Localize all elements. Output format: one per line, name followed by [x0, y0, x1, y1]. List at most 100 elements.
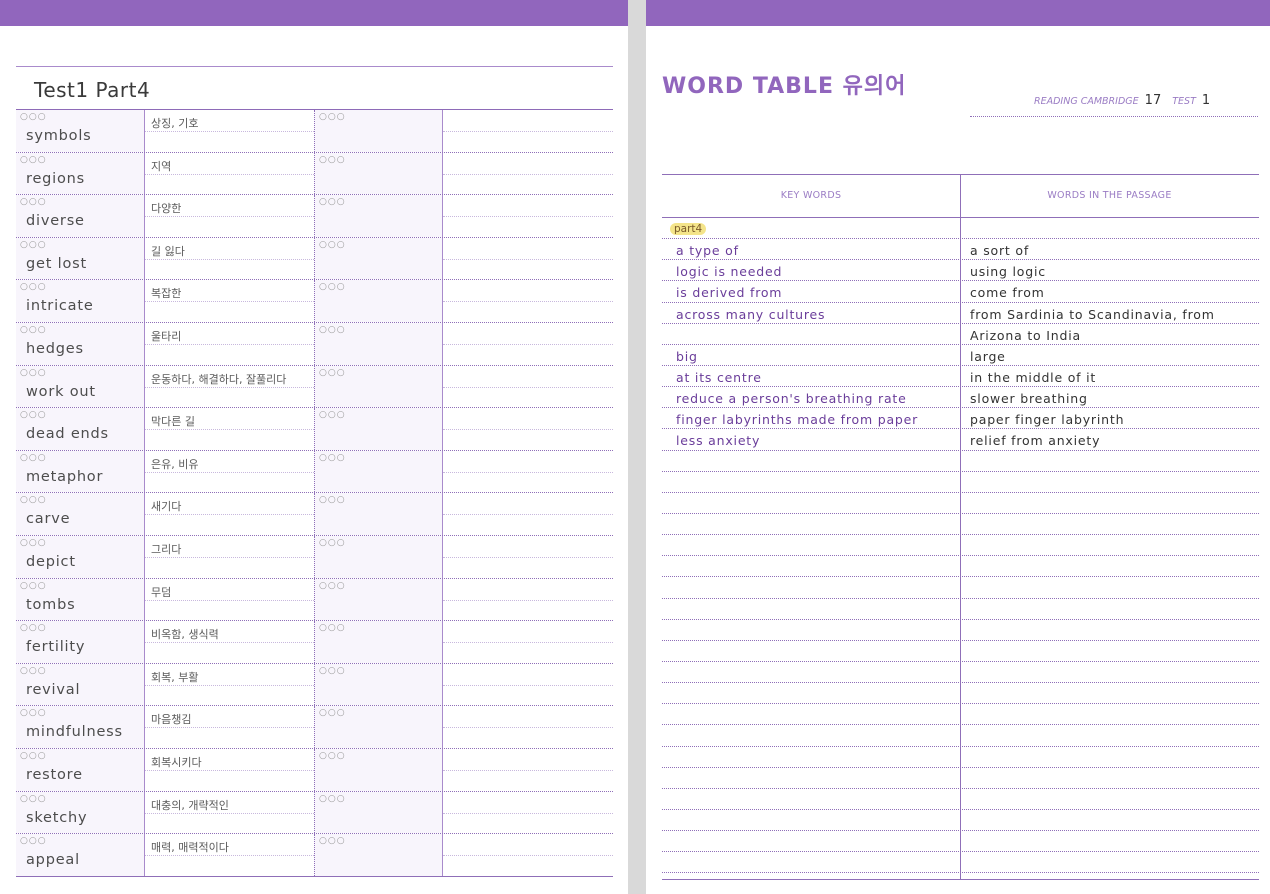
blank-word-cell[interactable]: ○○○	[314, 493, 442, 535]
guide-line	[145, 684, 314, 686]
guide-line	[443, 258, 613, 260]
blank-meaning-cell[interactable]	[442, 748, 613, 791]
review-circles[interactable]: ○○○	[20, 198, 47, 207]
guide-line	[145, 769, 314, 771]
blank-word-cell[interactable]: ○○○	[314, 621, 442, 663]
word-cell: ○○○ symbols	[16, 110, 144, 152]
blank-word-cell[interactable]: ○○○	[314, 450, 442, 493]
review-circles[interactable]: ○○○	[319, 581, 346, 591]
blank-word-cell[interactable]: ○○○	[314, 748, 442, 791]
review-circles[interactable]: ○○○	[319, 538, 346, 548]
review-circles[interactable]: ○○○	[20, 283, 47, 292]
blank-word-cell[interactable]: ○○○	[314, 834, 442, 876]
meaning-cell: 회복, 부활	[144, 663, 314, 706]
word-cell: ○○○ appeal	[16, 834, 144, 876]
blank-meaning-cell[interactable]	[442, 834, 613, 876]
review-circles[interactable]: ○○○	[20, 155, 47, 165]
meaning-cell: 복잡한	[144, 280, 314, 322]
blank-word-cell[interactable]: ○○○	[314, 280, 442, 322]
vocab-table: ○○○ symbols 상징, 기호 ○○○ ○○○ regions 지역 ○○○ ○○○ div…	[16, 110, 613, 877]
review-circles[interactable]: ○○○	[319, 496, 346, 505]
vocab-row: ○○○ mindfulness 마음챙김 ○○○	[16, 706, 613, 749]
blank-meaning-cell[interactable]	[442, 152, 613, 195]
word-cell: ○○○ metaphor	[16, 450, 144, 493]
review-circles[interactable]: ○○○	[20, 496, 47, 505]
review-circles[interactable]: ○○○	[20, 240, 47, 250]
review-circles[interactable]: ○○○	[20, 666, 47, 676]
review-circles[interactable]: ○○○	[319, 709, 346, 718]
blank-meaning-cell[interactable]	[442, 365, 613, 408]
blank-word-cell[interactable]: ○○○	[314, 706, 442, 748]
review-circles[interactable]: ○○○	[20, 325, 47, 335]
word-cell: ○○○ get lost	[16, 237, 144, 280]
review-circles[interactable]: ○○○	[319, 837, 346, 846]
review-circles[interactable]: ○○○	[20, 368, 47, 378]
guide-line	[145, 131, 314, 132]
blank-word-cell[interactable]: ○○○	[314, 365, 442, 408]
review-circles[interactable]: ○○○	[319, 325, 346, 335]
blank-word-cell[interactable]: ○○○	[314, 322, 442, 365]
blank-meaning-cell[interactable]	[442, 535, 613, 578]
blank-meaning-cell[interactable]	[442, 408, 613, 450]
review-circles[interactable]: ○○○	[319, 283, 346, 292]
blank-meaning-cell[interactable]	[442, 663, 613, 706]
passage-word: relief from anxiety	[970, 433, 1101, 449]
meaning-cell: 길 잃다	[144, 237, 314, 280]
guide-line	[443, 684, 613, 686]
blank-word-cell[interactable]: ○○○	[314, 408, 442, 450]
blank-word-cell[interactable]: ○○○	[314, 535, 442, 578]
blank-word-cell[interactable]: ○○○	[314, 195, 442, 237]
review-circles[interactable]: ○○○	[20, 624, 47, 633]
blank-meaning-cell[interactable]	[442, 493, 613, 535]
blank-meaning-cell[interactable]	[442, 791, 613, 834]
blank-meaning-cell[interactable]	[442, 110, 613, 152]
blank-meaning-cell[interactable]	[442, 706, 613, 748]
review-circles[interactable]: ○○○	[20, 411, 47, 420]
review-circles[interactable]: ○○○	[319, 624, 346, 633]
review-circles[interactable]: ○○○	[319, 155, 346, 165]
review-circles[interactable]: ○○○	[319, 411, 346, 420]
vocab-meaning: 마음챙김	[151, 713, 192, 727]
blank-meaning-cell[interactable]	[442, 322, 613, 365]
guide-line	[443, 471, 613, 473]
review-circles[interactable]: ○○○	[20, 113, 47, 122]
word-cell: ○○○ dead ends	[16, 408, 144, 450]
vocab-page: Test1 Part4 ○○○ symbols 상징, 기호 ○○○ ○○○ region…	[0, 0, 628, 894]
blank-meaning-cell[interactable]	[442, 195, 613, 237]
vocab-row: ○○○ hedges 울타리 ○○○	[16, 322, 613, 366]
blank-meaning-cell[interactable]	[442, 280, 613, 322]
guide-line	[443, 131, 613, 132]
blank-word-cell[interactable]: ○○○	[314, 578, 442, 621]
review-circles[interactable]: ○○○	[20, 581, 47, 591]
review-circles[interactable]: ○○○	[20, 794, 47, 804]
review-circles[interactable]: ○○○	[319, 794, 346, 804]
word-table: KEY WORDS WORDS IN THE PASSAGE part4 a ty…	[662, 174, 1259, 880]
review-circles[interactable]: ○○○	[20, 837, 47, 846]
review-circles[interactable]: ○○○	[20, 453, 47, 463]
review-circles[interactable]: ○○○	[319, 666, 346, 676]
blank-meaning-cell[interactable]	[442, 450, 613, 493]
review-circles[interactable]: ○○○	[319, 240, 346, 250]
test-label: TEST	[1172, 96, 1196, 107]
review-circles[interactable]: ○○○	[319, 368, 346, 378]
blank-meaning-cell[interactable]	[442, 621, 613, 663]
blank-word-cell[interactable]: ○○○	[314, 237, 442, 280]
vocab-word: mindfulness	[26, 724, 123, 741]
review-circles[interactable]: ○○○	[319, 751, 346, 761]
review-circles[interactable]: ○○○	[20, 709, 47, 718]
blank-word-cell[interactable]: ○○○	[314, 791, 442, 834]
meaning-cell: 새기다	[144, 493, 314, 535]
blank-meaning-cell[interactable]	[442, 237, 613, 280]
blank-word-cell[interactable]: ○○○	[314, 110, 442, 152]
guide-line	[145, 599, 314, 601]
review-circles[interactable]: ○○○	[319, 113, 346, 122]
review-circles[interactable]: ○○○	[20, 538, 47, 548]
blank-word-cell[interactable]: ○○○	[314, 152, 442, 195]
blank-word-cell[interactable]: ○○○	[314, 663, 442, 706]
review-circles[interactable]: ○○○	[319, 453, 346, 463]
blank-meaning-cell[interactable]	[442, 578, 613, 621]
review-circles[interactable]: ○○○	[319, 198, 346, 207]
guide-line	[145, 642, 314, 644]
guide-line	[145, 855, 314, 857]
review-circles[interactable]: ○○○	[20, 751, 47, 761]
